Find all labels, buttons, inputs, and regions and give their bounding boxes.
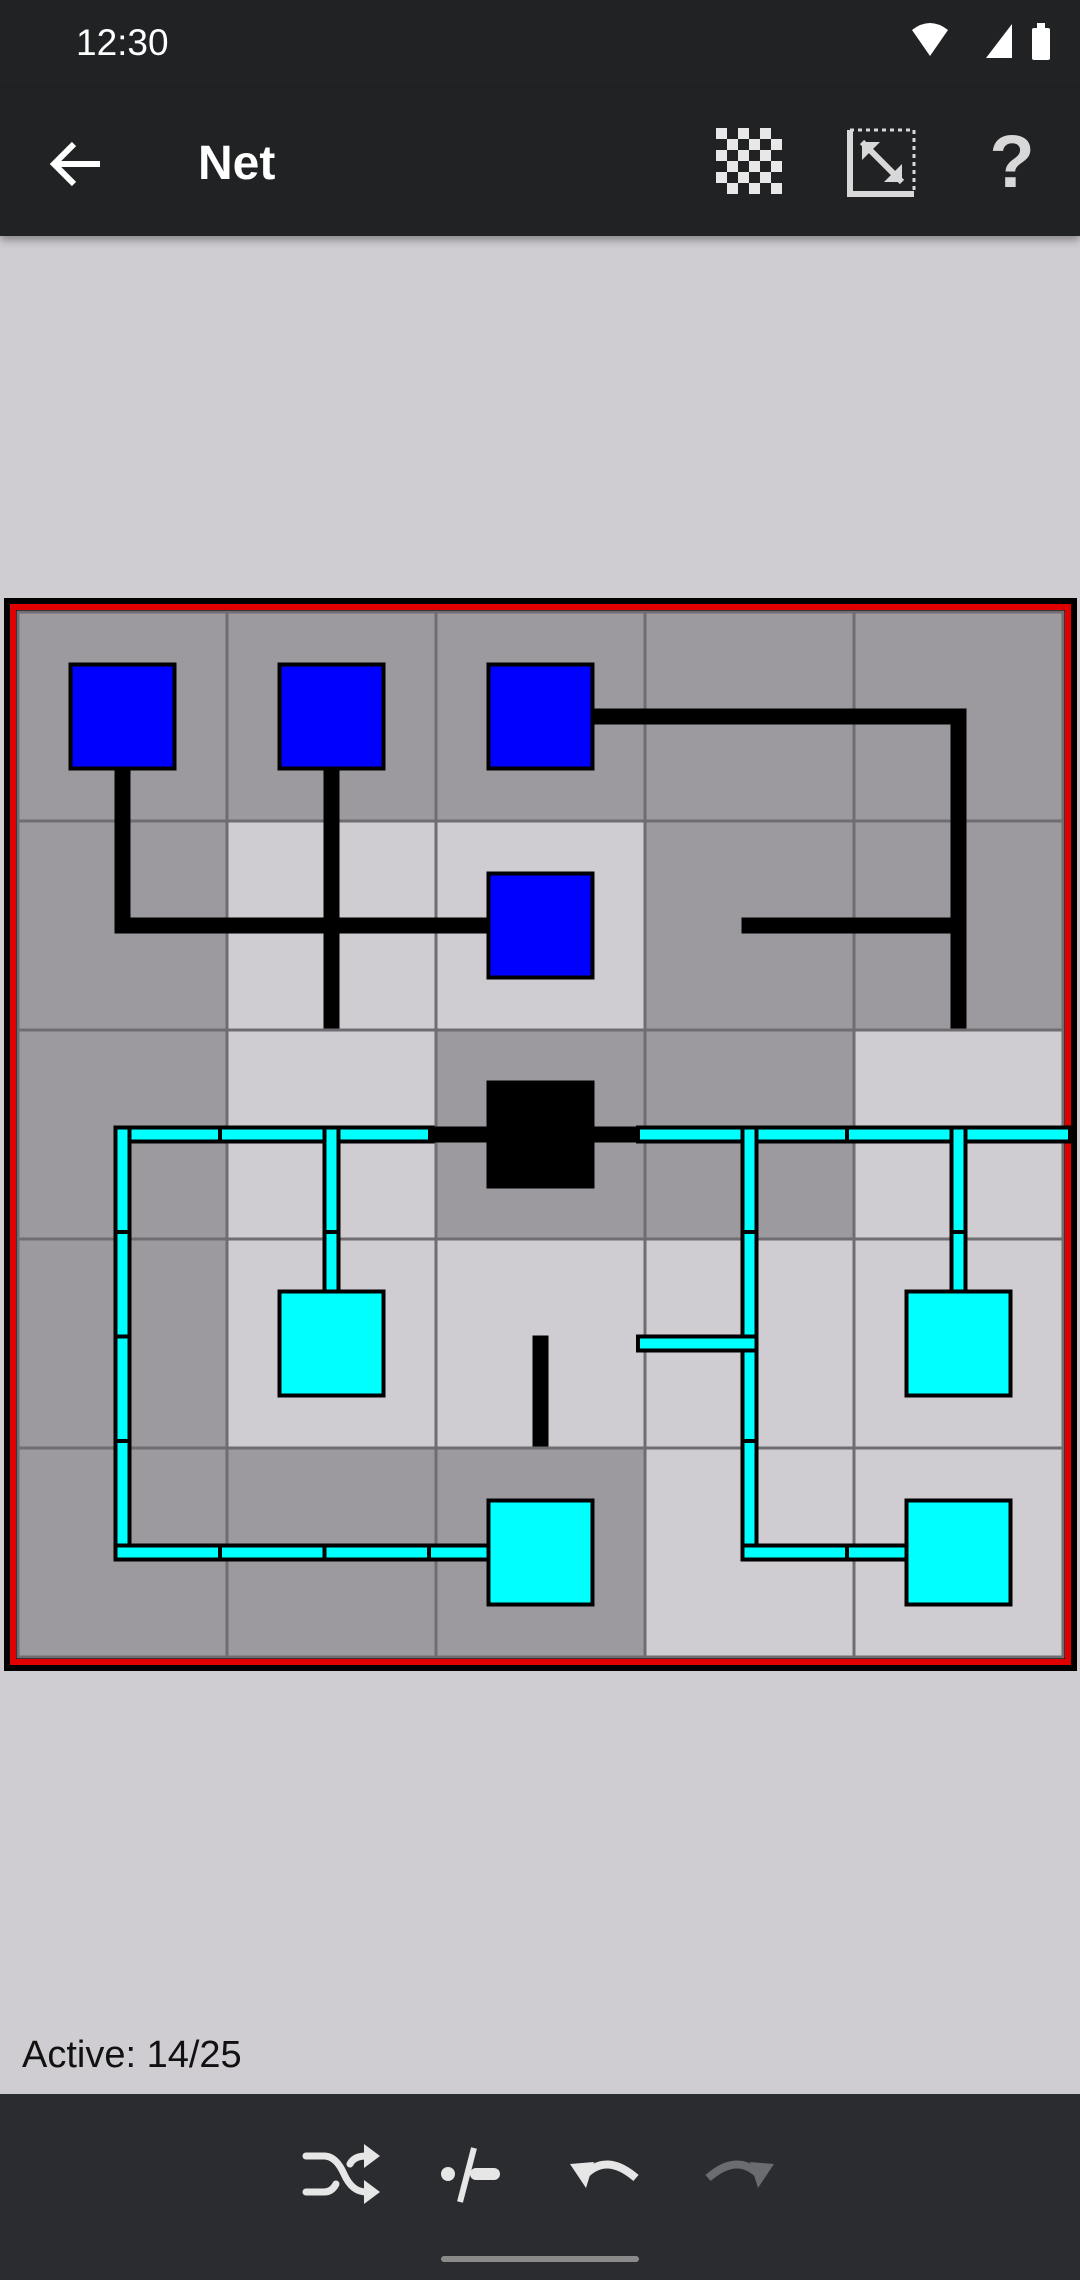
tile-r2-c0[interactable] bbox=[16, 1028, 236, 1248]
tile-r4-c4[interactable] bbox=[845, 1446, 1065, 1659]
tile-r3-c3[interactable] bbox=[636, 1230, 856, 1457]
redo-icon bbox=[705, 2160, 774, 2188]
solve-icon bbox=[441, 2147, 500, 2203]
tile-r0-c2[interactable] bbox=[434, 610, 653, 823]
terminal-node bbox=[486, 662, 595, 771]
terminal-node bbox=[904, 1289, 1013, 1398]
solve-button[interactable] bbox=[426, 2134, 522, 2214]
tile-r3-c1[interactable] bbox=[225, 1230, 438, 1450]
tile-r0-c0[interactable] bbox=[16, 610, 229, 829]
tile-r2-c4[interactable] bbox=[845, 1028, 1072, 1248]
tile-r2-c1[interactable] bbox=[218, 1028, 445, 1248]
tile-r1-c0[interactable] bbox=[16, 813, 235, 1032]
active-count-label: Active: 14/25 bbox=[22, 2034, 242, 2076]
tile-r0-c1[interactable] bbox=[225, 610, 438, 829]
tile-r4-c2[interactable] bbox=[427, 1446, 647, 1659]
undo-button[interactable] bbox=[558, 2134, 654, 2214]
terminal-node bbox=[486, 1498, 595, 1607]
redo-button[interactable] bbox=[690, 2134, 786, 2214]
terminal-node bbox=[486, 871, 595, 980]
tile-r3-c4[interactable] bbox=[852, 1230, 1065, 1450]
tile-r1-c1[interactable] bbox=[219, 813, 444, 1038]
power-source bbox=[486, 1080, 595, 1189]
tile-r1-c4[interactable] bbox=[846, 813, 1065, 1038]
tile-r4-c3[interactable] bbox=[643, 1439, 863, 1659]
tile-r1-c3[interactable] bbox=[643, 819, 862, 1032]
undo-icon bbox=[570, 2160, 639, 2188]
gesture-nav-handle[interactable] bbox=[441, 2256, 639, 2262]
tile-r3-c0[interactable] bbox=[16, 1230, 229, 1457]
bottom-toolbar bbox=[0, 2094, 1080, 2280]
terminal-node bbox=[904, 1498, 1013, 1607]
terminal-node bbox=[277, 662, 386, 771]
tile-r2-c3[interactable] bbox=[636, 1028, 863, 1248]
tile-r4-c0[interactable] bbox=[16, 1439, 236, 1659]
tile-r3-c2[interactable] bbox=[434, 1237, 647, 1456]
tile-r0-c4[interactable] bbox=[846, 610, 1065, 829]
game-board bbox=[4, 598, 1077, 1671]
tile-r4-c1[interactable] bbox=[218, 1446, 445, 1659]
terminal-node bbox=[68, 662, 177, 771]
tile-r1-c2[interactable] bbox=[428, 819, 647, 1032]
shuffle-icon bbox=[302, 2144, 380, 2204]
tile-r2-c2[interactable] bbox=[428, 1028, 653, 1241]
shuffle-button[interactable] bbox=[294, 2134, 390, 2214]
tile-r0-c3[interactable] bbox=[637, 610, 862, 823]
terminal-node bbox=[277, 1289, 386, 1398]
